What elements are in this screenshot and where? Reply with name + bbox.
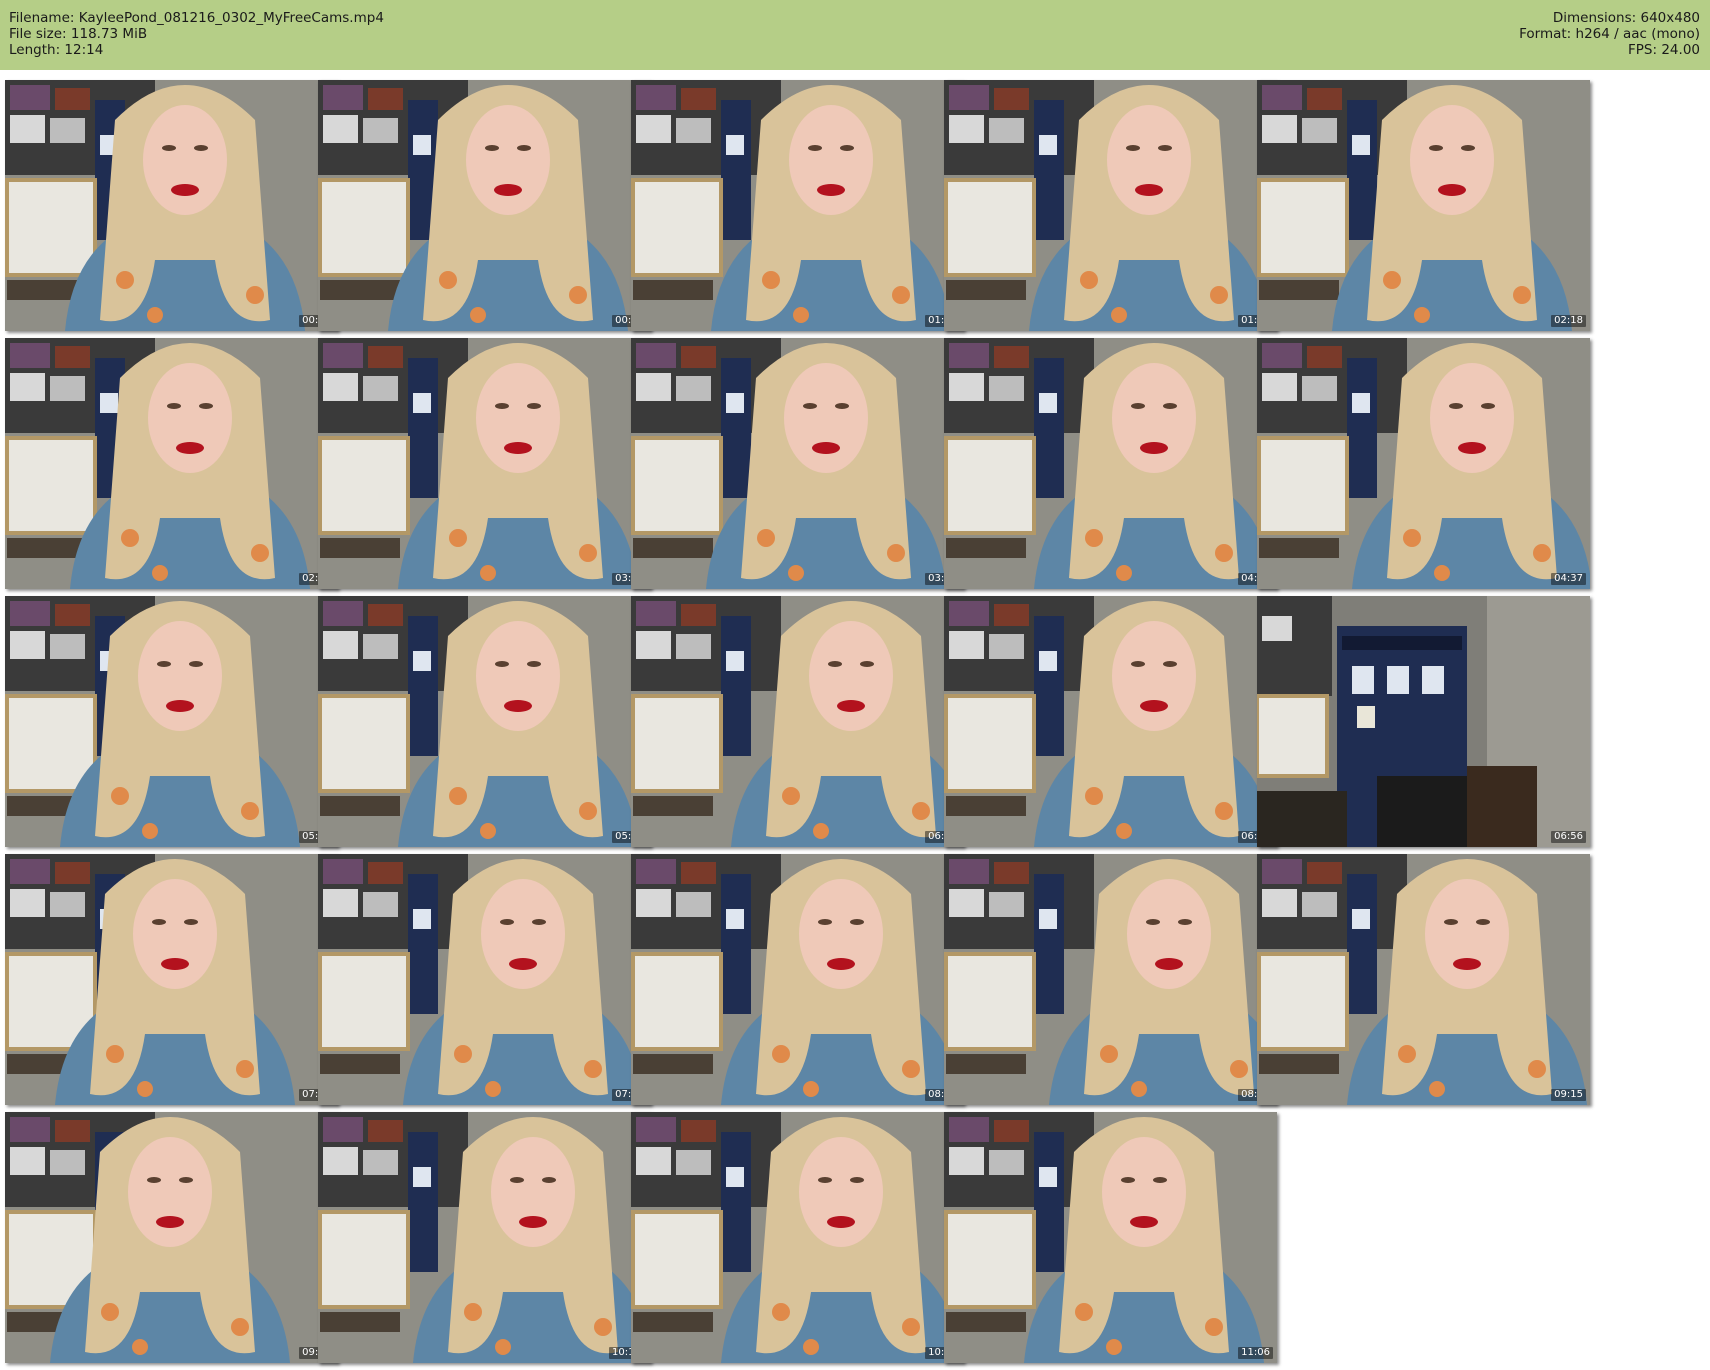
webcam-frame-image: [944, 338, 1277, 589]
video-thumbnail: 09:43: [5, 1112, 338, 1363]
video-thumbnail: 11:06: [944, 1112, 1277, 1363]
video-thumbnail: 03:42: [631, 338, 964, 589]
webcam-frame-image: [944, 1112, 1277, 1363]
webcam-frame-image: [631, 338, 964, 589]
video-thumbnail: 04:09: [944, 338, 1277, 589]
file-info: Filename: KayleePond_081216_0302_MyFreeC…: [9, 10, 384, 58]
timestamp-label: 11:06: [1238, 1347, 1273, 1359]
timestamp-label: 06:56: [1551, 831, 1586, 843]
webcam-frame-image: [318, 1112, 651, 1363]
video-thumbnail: 10:10.: [318, 1112, 651, 1363]
webcam-frame-image: [944, 80, 1277, 331]
video-thumbnail: 05:33: [318, 596, 651, 847]
webcam-frame-image: [5, 338, 338, 589]
webcam-frame-image: [1257, 80, 1590, 331]
video-thumbnail: 08:47: [944, 854, 1277, 1105]
video-info: Dimensions: 640x480 Format: h264 / aac (…: [1519, 10, 1700, 58]
timestamp-label: 09:15: [1551, 1089, 1586, 1101]
filesize-text: File size: 118.73 MiB: [9, 26, 148, 42]
video-thumbnail: 06:28: [944, 596, 1277, 847]
video-thumbnail: 00:27: [5, 80, 338, 331]
webcam-frame-image: [318, 338, 651, 589]
webcam-frame-image: [5, 80, 338, 331]
video-thumbnail: 07:24: [5, 854, 338, 1105]
webcam-frame-image: [944, 854, 1277, 1105]
video-thumbnail: 05:05: [5, 596, 338, 847]
webcam-frame-image: [1257, 338, 1590, 589]
webcam-frame-image: [5, 1112, 338, 1363]
filename-text: Filename: KayleePond_081216_0302_MyFreeC…: [9, 10, 384, 26]
length-text: Length: 12:14: [9, 42, 104, 58]
webcam-frame-image: [318, 854, 651, 1105]
timestamp-label: 02:18: [1551, 315, 1586, 327]
webcam-frame-image: [5, 854, 338, 1105]
webcam-frame-image: [631, 1112, 964, 1363]
video-thumbnail: 02:46: [5, 338, 338, 589]
video-thumbnail: 01:51: [944, 80, 1277, 331]
webcam-frame-image: [5, 596, 338, 847]
dimensions-text: Dimensions: 640x480: [1552, 10, 1700, 26]
webcam-frame-image: [944, 596, 1277, 847]
webcam-frame-image: [631, 596, 964, 847]
webcam-frame-image: [318, 80, 651, 331]
format-text: Format: h264 / aac (mono): [1519, 26, 1700, 42]
video-thumbnail: 10:38: [631, 1112, 964, 1363]
video-thumbnail: 00:55: [318, 80, 651, 331]
video-thumbnail: 02:18: [1257, 80, 1590, 331]
webcam-frame-image: [318, 596, 651, 847]
video-thumbnail: 09:15: [1257, 854, 1590, 1105]
timestamp-label: 04:37: [1551, 573, 1586, 585]
webcam-frame-image: [1257, 854, 1590, 1105]
webcam-frame-image: [631, 854, 964, 1105]
webcam-frame-image: [631, 80, 964, 331]
police-box-frame-image: [1257, 596, 1590, 847]
video-thumbnail: 01:23: [631, 80, 964, 331]
video-thumbnail: 06:56: [1257, 596, 1590, 847]
video-thumbnail: 07:52: [318, 854, 651, 1105]
info-header: Filename: KayleePond_081216_0302_MyFreeC…: [0, 0, 1710, 70]
fps-text: FPS: 24.00: [1628, 42, 1700, 58]
video-thumbnail: 03:14: [318, 338, 651, 589]
video-thumbnail: 06:01: [631, 596, 964, 847]
video-thumbnail: 04:37: [1257, 338, 1590, 589]
video-thumbnail: 08:19: [631, 854, 964, 1105]
thumbnail-grid: 00:27 00:55 01:23 01:51 02:18 02:46 03:1…: [0, 70, 1710, 1370]
